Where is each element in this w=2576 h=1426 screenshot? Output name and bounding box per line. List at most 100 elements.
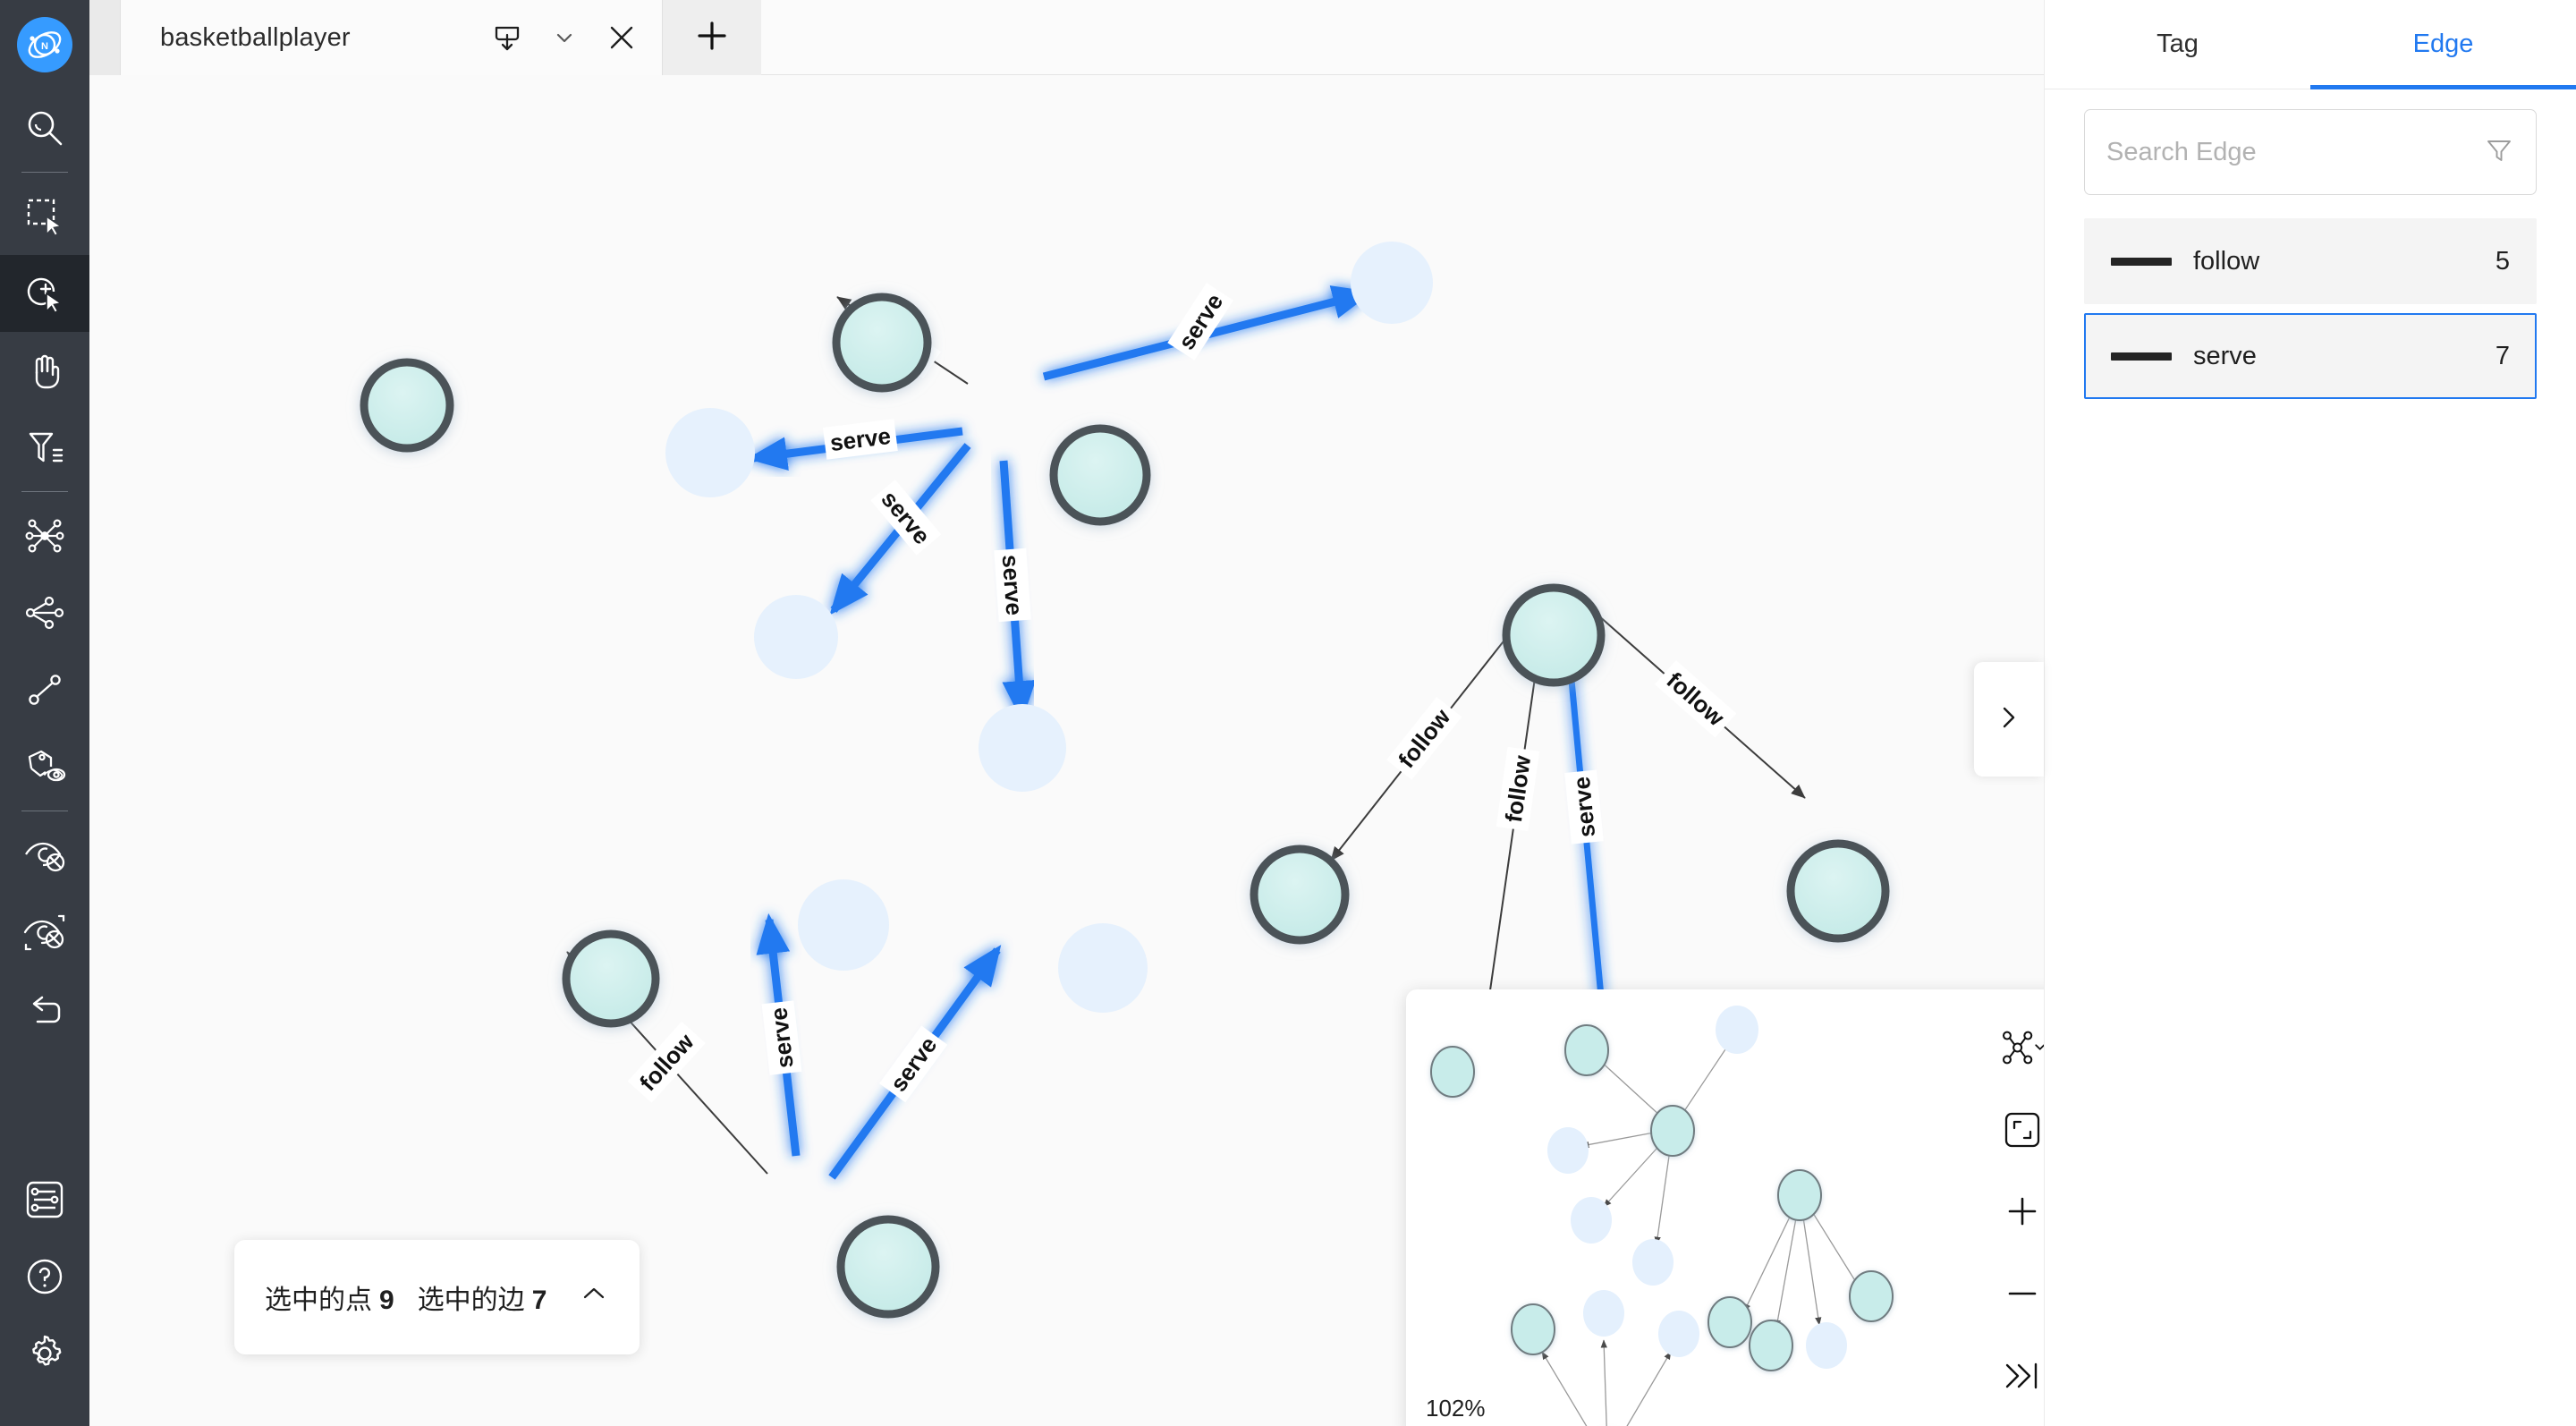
undo-icon (23, 988, 66, 1031)
filter-tool[interactable] (0, 409, 89, 486)
selected-vertices-label: 选中的点 (265, 1286, 372, 1315)
chevron-down-icon[interactable] (542, 15, 587, 60)
edge-label-serve-6: serve (761, 1000, 802, 1075)
toolbar-divider-2 (21, 491, 68, 492)
rectangle-select-tool[interactable] (0, 178, 89, 255)
graph-node-selected[interactable] (1786, 839, 1890, 943)
rectangle-select-icon (23, 195, 66, 238)
graph-node[interactable] (979, 704, 1066, 792)
right-panel: Tag Edge follow 5 (2044, 0, 2576, 1426)
expand-select-tool[interactable] (0, 255, 89, 332)
show-tag-tool[interactable] (0, 728, 89, 805)
svg-text:serve: serve (997, 554, 1029, 616)
edge-label-serve-7: serve (879, 1025, 948, 1103)
panel-tab-bar: Tag Edge (2045, 0, 2576, 89)
selected-edges-count: 7 (531, 1286, 547, 1315)
svg-text:serve: serve (885, 1031, 942, 1097)
search-area (2045, 89, 2576, 195)
graph-node[interactable] (754, 595, 838, 679)
tab-basketballplayer[interactable]: basketballplayer (121, 0, 663, 75)
tab-edge-label: Edge (2412, 30, 2474, 58)
hide-vertex-tool[interactable] (0, 817, 89, 894)
search-edge-input[interactable] (2106, 137, 2484, 167)
edge-count-serve: 7 (2495, 341, 2510, 370)
collapse-right-icon (2002, 1358, 2043, 1398)
app-logo[interactable]: N (0, 0, 89, 89)
svg-text:N: N (41, 41, 48, 52)
status-collapse-button[interactable] (579, 1278, 609, 1316)
invert-hide-tool[interactable] (0, 894, 89, 971)
graph-node[interactable] (1058, 923, 1148, 1013)
edge-label-serve-4: serve (994, 547, 1031, 623)
expand-select-icon (23, 272, 66, 315)
pan-tool[interactable] (0, 332, 89, 409)
search-edge-box[interactable] (2084, 109, 2537, 195)
app-root: N basketballplayer serve serve serve ser… (0, 0, 2576, 1426)
plus-icon (693, 17, 731, 59)
chevron-right-icon (1994, 702, 2024, 737)
svg-text:serve: serve (1173, 289, 1228, 354)
selected-vertices-count: 9 (379, 1286, 394, 1315)
expand-neighbors-tool[interactable] (0, 497, 89, 574)
close-x-icon[interactable] (599, 15, 644, 60)
edge-name-serve: serve (2193, 341, 2257, 370)
edge-row-serve[interactable]: serve 7 (2084, 313, 2537, 399)
graph-node[interactable] (798, 879, 889, 971)
tab-edge[interactable]: Edge (2310, 0, 2576, 89)
graph-node[interactable] (665, 408, 755, 497)
graph-node-selected[interactable] (562, 929, 660, 1028)
graph-node-hub3-selected[interactable] (836, 1215, 940, 1319)
tab-tag-label: Tag (2157, 30, 2199, 58)
collapse-minimap-button[interactable] (1970, 1337, 2044, 1419)
undo-tool[interactable] (0, 971, 89, 1048)
edge-type-list: follow 5 serve 7 (2045, 218, 2576, 399)
add-edge-tool[interactable] (0, 651, 89, 728)
search-tool[interactable] (0, 89, 89, 166)
graph-node[interactable] (1351, 242, 1433, 324)
help-tool[interactable] (0, 1238, 89, 1315)
zoom-in-button[interactable] (1970, 1173, 2044, 1255)
zoom-out-button[interactable] (1970, 1255, 2044, 1337)
graph-node-selected[interactable] (360, 358, 454, 453)
selected-vertices: 选中的点 9 (265, 1277, 394, 1317)
minimap-controls (1970, 989, 2044, 1426)
hand-pan-icon (24, 350, 65, 391)
edge-color-swatch (2111, 352, 2172, 361)
tab-title: basketballplayer (160, 22, 351, 52)
display-settings-tool[interactable] (0, 1161, 89, 1238)
graph-node-hub2-selected[interactable] (1502, 583, 1606, 687)
right-panel-toggle[interactable] (1974, 662, 2044, 777)
edge-label-follow-5: follow (627, 1021, 706, 1103)
nebula-graph-logo-icon: N (17, 17, 72, 72)
funnel-filter-icon[interactable] (2484, 135, 2514, 170)
edge-label-serve-5: serve (1564, 769, 1604, 845)
search-icon (24, 107, 65, 149)
hide-vertex-icon (22, 833, 67, 878)
layout-menu-button[interactable] (1970, 1009, 2044, 1091)
gear-icon (22, 1331, 67, 1376)
preferences-tool[interactable] (0, 1315, 89, 1392)
find-path-tool[interactable] (0, 574, 89, 651)
fit-to-screen-button[interactable] (1970, 1091, 2044, 1174)
graph-node-selected[interactable] (832, 293, 932, 393)
edge-color-swatch (2111, 257, 2172, 266)
filter-icon (24, 427, 65, 468)
edge-line-icon (24, 669, 65, 710)
minimap-graph[interactable] (1406, 989, 1970, 1426)
minimap-zoom-level: 102% (1426, 1395, 1486, 1422)
graph-node-selected[interactable] (1250, 845, 1350, 945)
graph-node-hub-selected[interactable] (1049, 424, 1151, 526)
tab-tag[interactable]: Tag (2045, 0, 2310, 89)
download-box-icon[interactable] (485, 15, 530, 60)
edge-label-serve-2: serve (822, 419, 898, 460)
graph-layout-icon (1999, 1027, 2044, 1073)
edge-label-follow-3: follow (1496, 746, 1540, 831)
edge-label-serve-1: serve (1167, 283, 1234, 361)
tab-bar: basketballplayer (89, 0, 2044, 75)
edge-name-follow: follow (2193, 246, 2260, 276)
add-tab-button[interactable] (662, 0, 761, 75)
graph-canvas[interactable]: follow serve serve serve (89, 75, 2044, 1426)
edge-row-follow[interactable]: follow 5 (2084, 218, 2537, 304)
minimap-panel[interactable]: 102% (1406, 989, 2044, 1426)
settings-sliders-icon (23, 1178, 66, 1221)
